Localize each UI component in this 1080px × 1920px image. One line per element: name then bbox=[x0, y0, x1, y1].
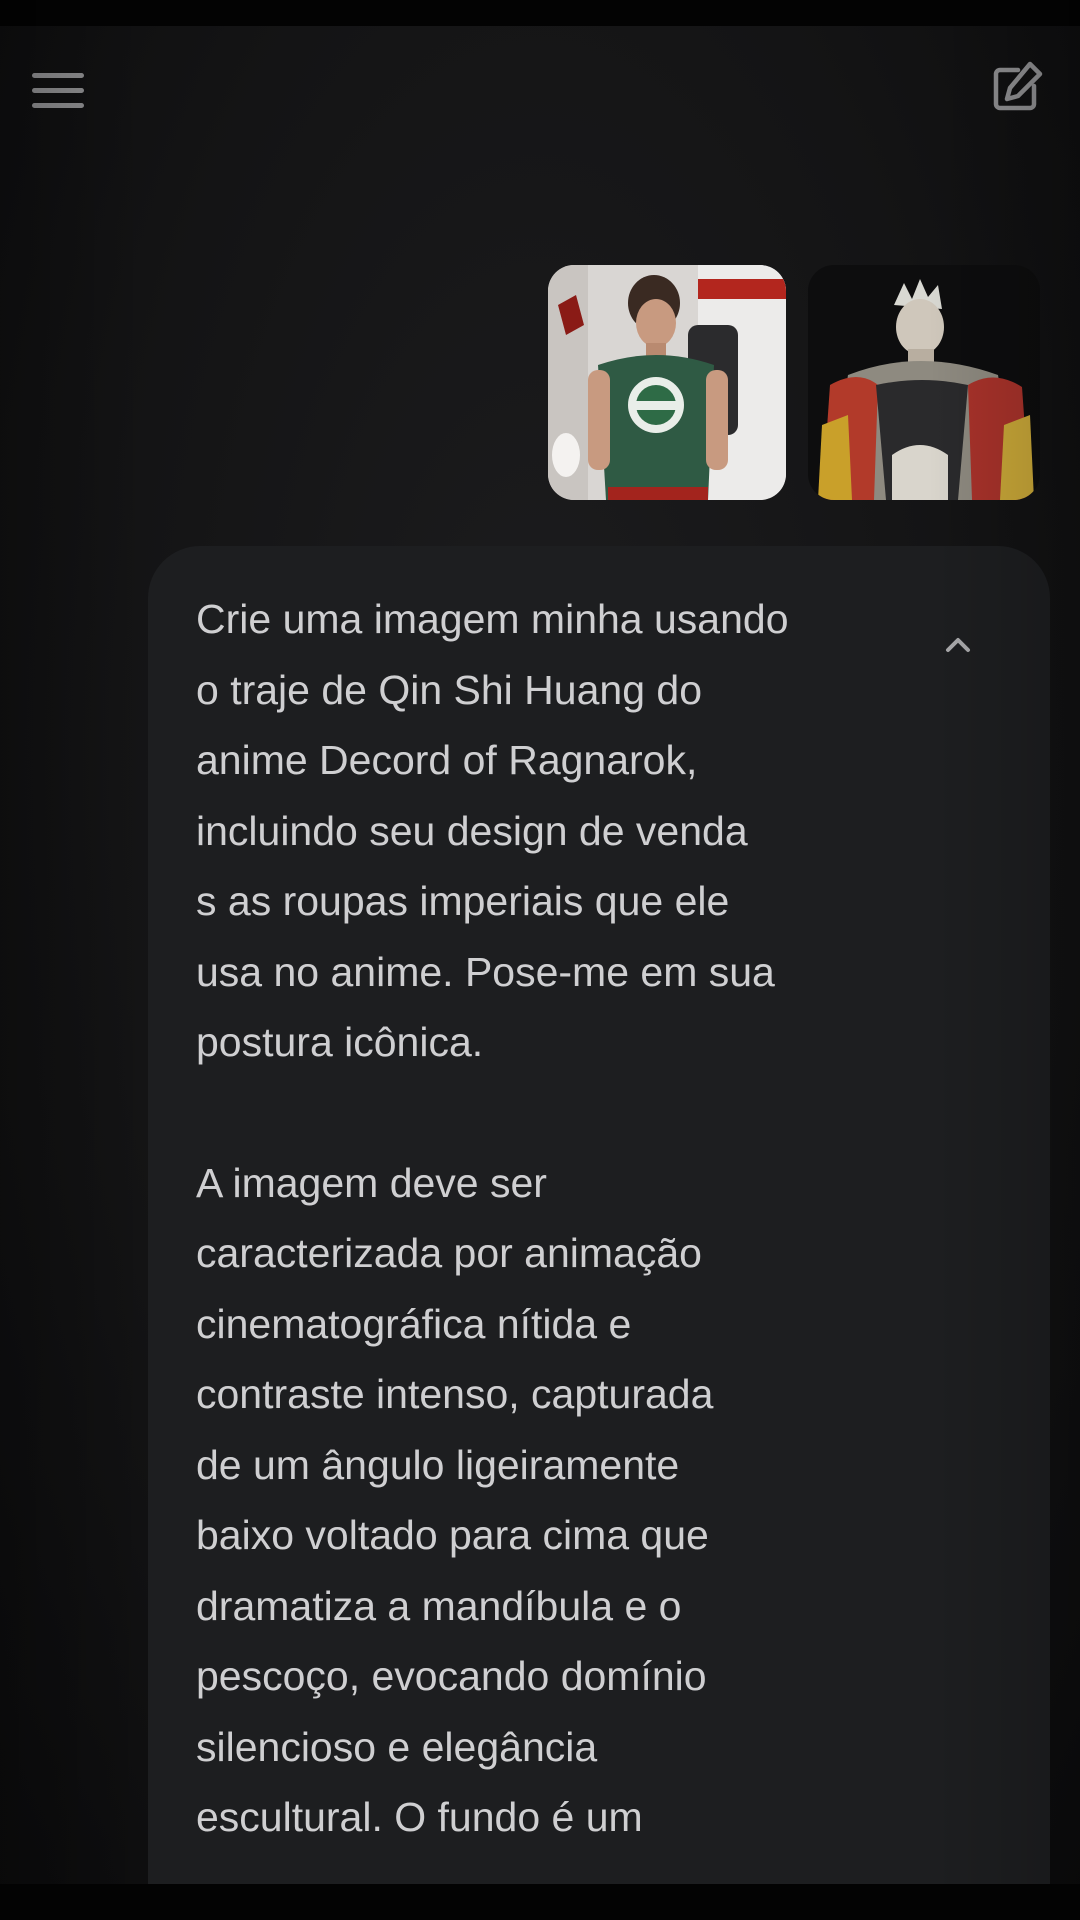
prompt-line: s as roupas imperiais que ele bbox=[196, 878, 730, 924]
prompt-line: baixo voltado para cima que bbox=[196, 1512, 709, 1558]
prompt-line: o traje de Qin Shi Huang do bbox=[196, 666, 702, 713]
hamburger-menu-icon bbox=[32, 72, 84, 78]
prompt-line: A imagem deve ser bbox=[196, 1159, 547, 1206]
status-bar-area bbox=[0, 0, 1080, 26]
prompt-line: de um ângulo ligeiramente bbox=[196, 1441, 680, 1488]
prompt-line: dramatiza a mandíbula e o bbox=[196, 1582, 682, 1629]
prompt-text: Crie uma imagem minha usando o traje de … bbox=[196, 584, 896, 1853]
prompt-line: silencioso e elegância bbox=[196, 1723, 598, 1770]
attachment-photo-1[interactable] bbox=[548, 265, 786, 500]
navigation-bar-area bbox=[0, 1884, 1080, 1920]
hamburger-menu-icon-bar bbox=[32, 87, 84, 93]
attachment-photo-2[interactable] bbox=[808, 265, 1040, 500]
hamburger-menu-icon-bar bbox=[32, 102, 84, 108]
prompt-line: incluindo seu design de venda bbox=[196, 807, 748, 854]
collapse-message-button[interactable] bbox=[930, 620, 986, 664]
prompt-paragraph-1: Crie uma imagem minha usando o traje de … bbox=[196, 584, 896, 1078]
prompt-line: escultural. O fundo é um bbox=[196, 1794, 643, 1840]
chat-screen: Crie uma imagem minha usando o traje de … bbox=[0, 0, 1080, 1920]
prompt-line: pescoço, evocando domínio bbox=[196, 1653, 707, 1699]
menu-button[interactable] bbox=[24, 58, 96, 122]
prompt-line: anime Decord of Ragnarok, bbox=[196, 737, 698, 783]
prompt-line: Crie uma imagem minha usando bbox=[196, 596, 789, 642]
new-chat-button[interactable] bbox=[984, 56, 1048, 120]
prompt-line: postura icônica. bbox=[196, 1019, 484, 1065]
prompt-line: caracterizada por animação bbox=[196, 1230, 702, 1276]
prompt-line: contraste intenso, capturada bbox=[196, 1371, 714, 1417]
edit-square-icon bbox=[993, 61, 1043, 111]
chevron-up-icon bbox=[946, 638, 970, 652]
photo-man-green-tshirt bbox=[548, 265, 786, 500]
prompt-paragraph-2: A imagem deve ser caracterizada por anim… bbox=[196, 1148, 896, 1853]
prompt-line: cinematográfica nítida e bbox=[196, 1300, 632, 1347]
photo-anime-character-qin-shi-huang bbox=[808, 265, 1040, 500]
prompt-line: usa no anime. Pose-me em sua bbox=[196, 948, 775, 995]
